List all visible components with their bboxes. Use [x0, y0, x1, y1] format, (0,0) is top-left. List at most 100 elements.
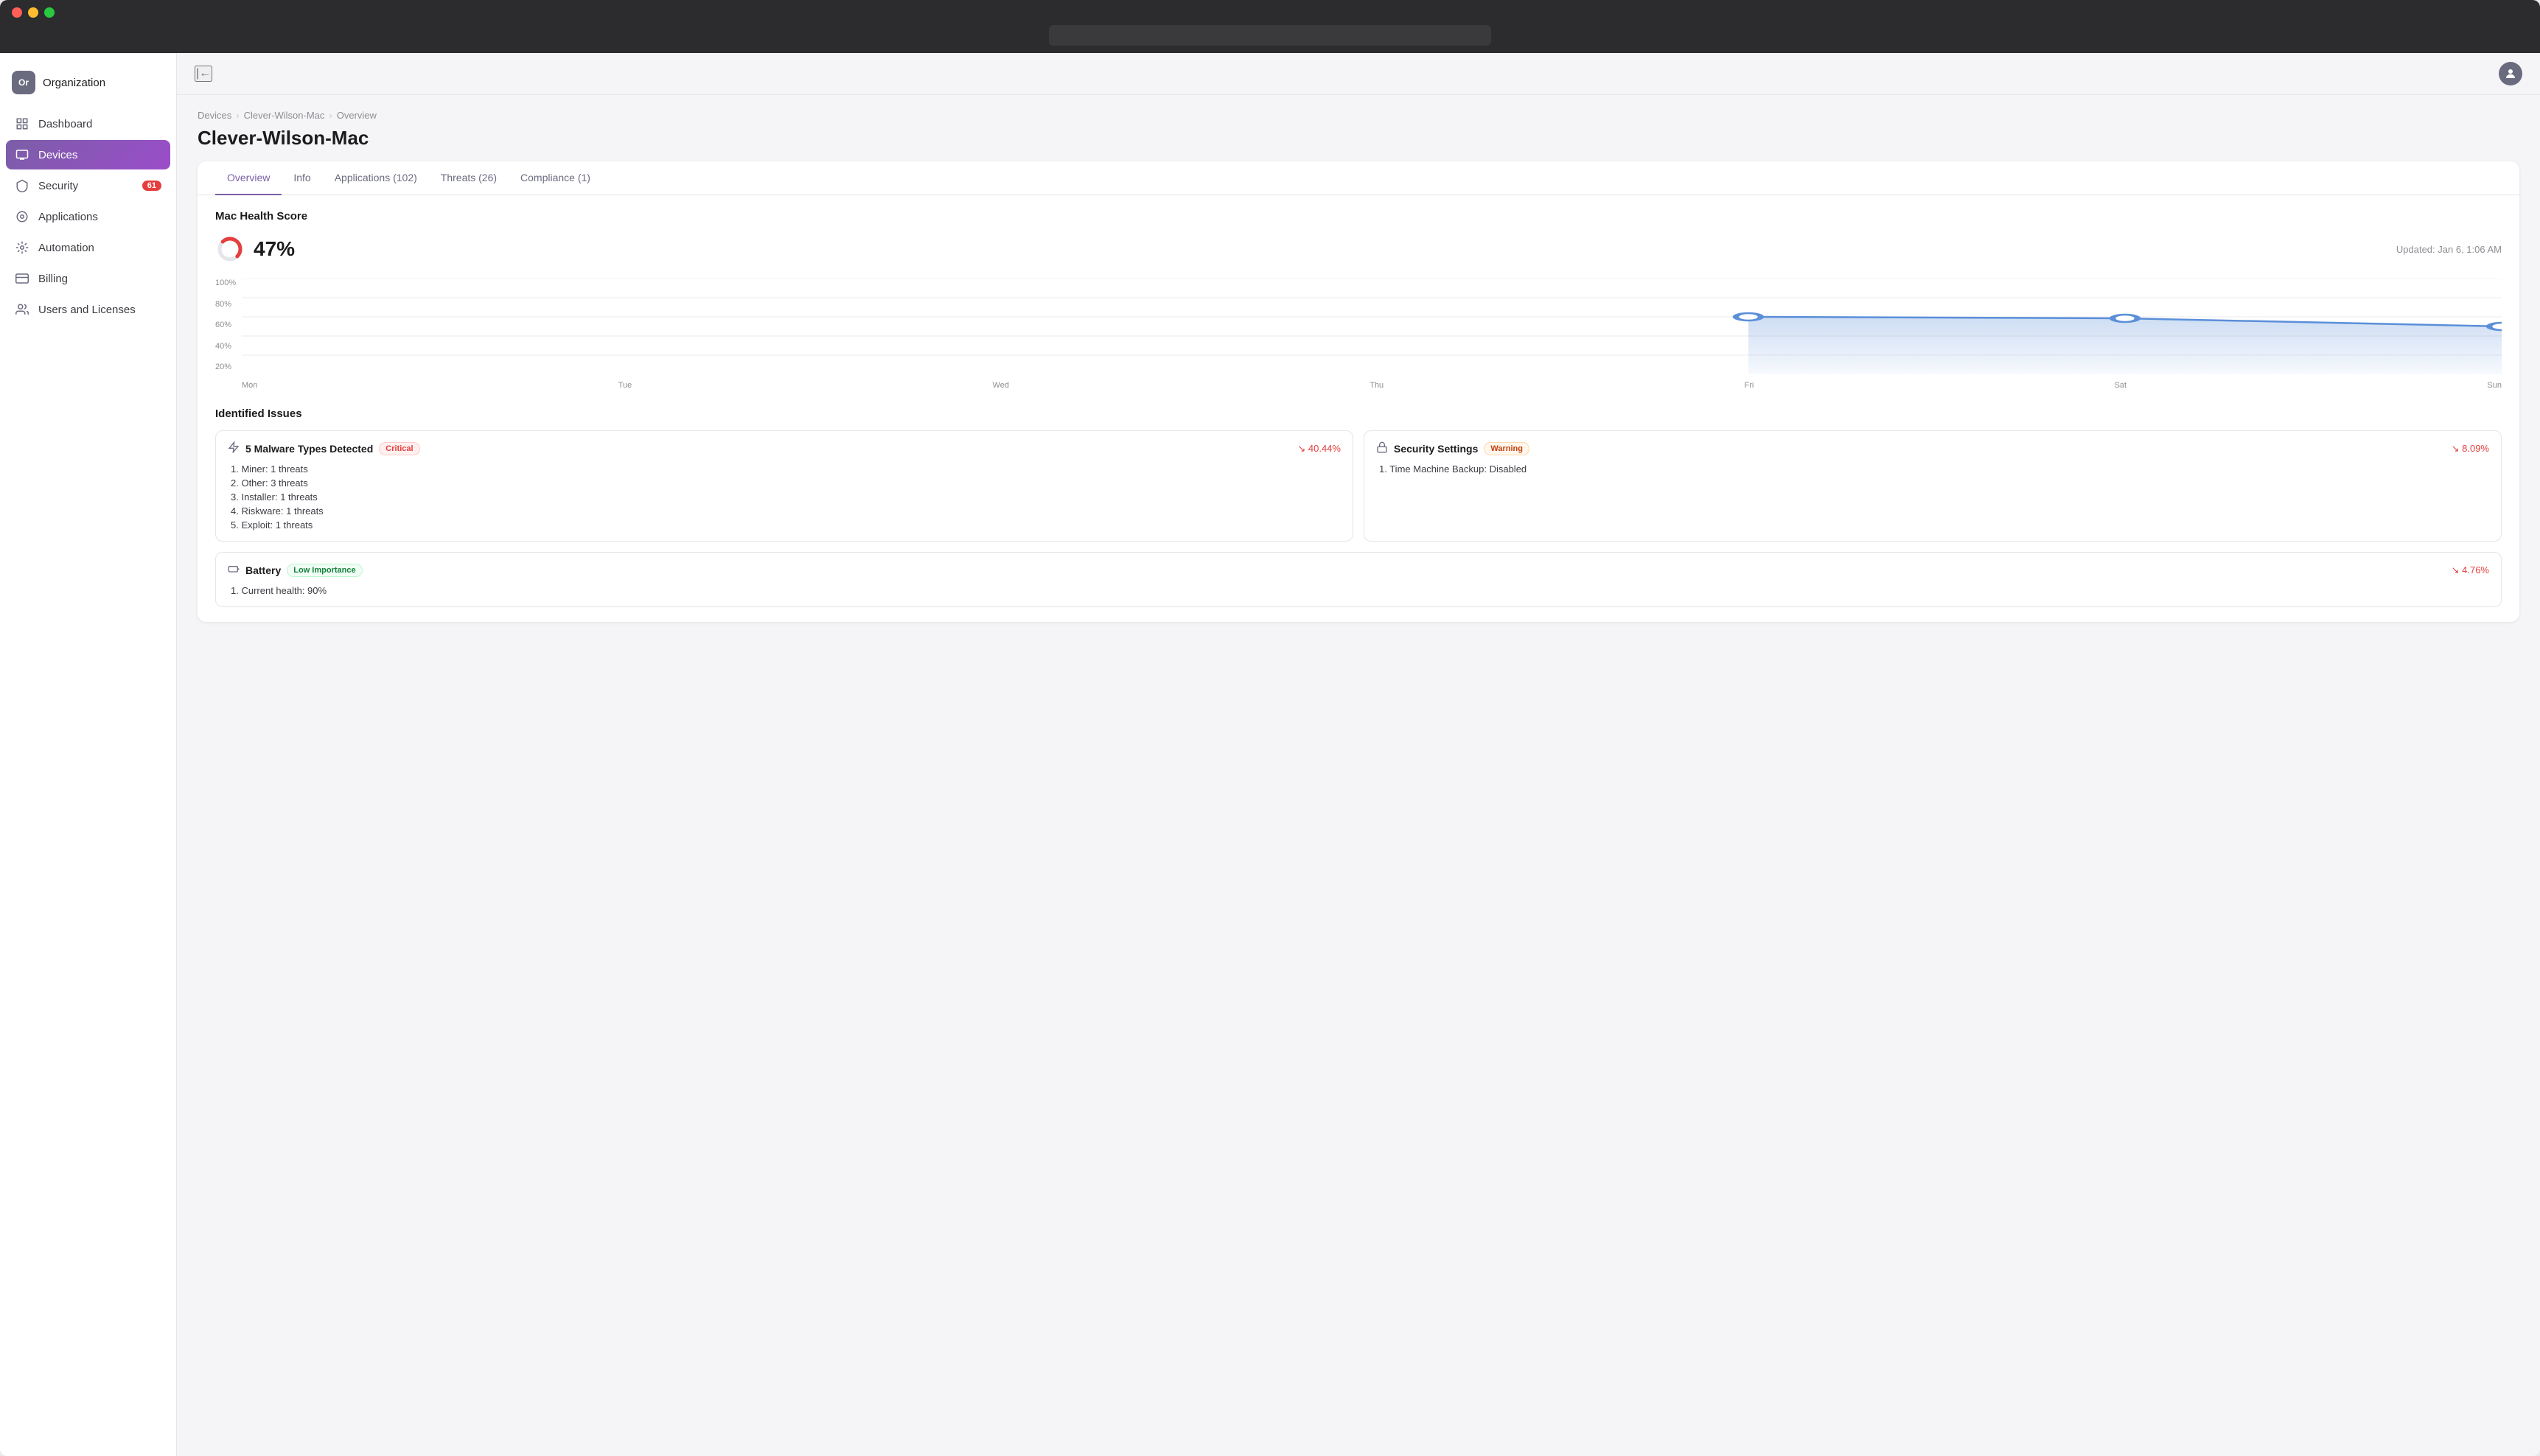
- security-settings-badge: Warning: [1484, 442, 1529, 455]
- sidebar-item-billing[interactable]: Billing: [6, 264, 170, 293]
- top-bar: |←: [177, 53, 2540, 95]
- x-label-mon: Mon: [242, 381, 257, 390]
- list-item: 2. Other: 3 threats: [228, 477, 1341, 489]
- sidebar-label-billing: Billing: [38, 273, 68, 285]
- health-updated: Updated: Jan 6, 1:06 AM: [2396, 244, 2502, 255]
- health-score-row: 47% Updated: Jan 6, 1:06 AM: [215, 234, 2502, 264]
- sidebar-item-automation[interactable]: Automation: [6, 233, 170, 262]
- malware-badge: Critical: [379, 442, 419, 455]
- security-settings-list: 1. Time Machine Backup: Disabled: [1376, 463, 2489, 475]
- collapse-sidebar-button[interactable]: |←: [195, 66, 212, 82]
- issue-card-security: Security Settings Warning ↘ 8.09% 1. Tim…: [1364, 430, 2502, 542]
- address-bar[interactable]: [1049, 25, 1491, 46]
- health-title: Mac Health Score: [215, 210, 2502, 223]
- org-initials: Or: [18, 77, 29, 88]
- y-label-40: 40%: [215, 342, 242, 351]
- x-label-fri: Fri: [1744, 381, 1754, 390]
- battery-list: 1. Current health: 90%: [228, 585, 2489, 596]
- billing-icon: [15, 271, 29, 286]
- user-avatar[interactable]: [2499, 62, 2522, 85]
- issue-card-malware: 5 Malware Types Detected Critical ↘ 40.4…: [215, 430, 1353, 542]
- malware-list: 1. Miner: 1 threats 2. Other: 3 threats …: [228, 463, 1341, 531]
- x-label-thu: Thu: [1370, 381, 1384, 390]
- tab-overview[interactable]: Overview: [215, 161, 282, 195]
- battery-name: Battery: [245, 564, 281, 576]
- x-label-sun: Sun: [2487, 381, 2502, 390]
- sidebar-item-users[interactable]: Users and Licenses: [6, 295, 170, 324]
- malware-icon: [228, 441, 240, 456]
- x-label-wed: Wed: [993, 381, 1009, 390]
- list-item: 1. Time Machine Backup: Disabled: [1376, 463, 2489, 475]
- issue-header-left-malware: 5 Malware Types Detected Critical: [228, 441, 420, 456]
- tab-compliance[interactable]: Compliance (1): [509, 161, 602, 195]
- security-settings-icon: [1376, 441, 1388, 456]
- issues-section: Identified Issues 5 Malware Types Detect…: [198, 396, 2519, 622]
- browser-chrome: [0, 0, 2540, 53]
- issues-grid: 5 Malware Types Detected Critical ↘ 40.4…: [215, 430, 2502, 542]
- breadcrumb: Devices › Clever-Wilson-Mac › Overview: [198, 110, 2519, 121]
- main-content: |← Devices › Clever-Wilson-Mac › Overvie…: [177, 53, 2540, 1456]
- malware-pct: ↘ 40.44%: [1297, 443, 1341, 455]
- list-item: 1. Current health: 90%: [228, 585, 2489, 596]
- sidebar-item-dashboard[interactable]: Dashboard: [6, 109, 170, 139]
- breadcrumb-devices[interactable]: Devices: [198, 110, 231, 121]
- main-card: Overview Info Applications (102) Threats…: [198, 161, 2519, 622]
- page-title: Clever-Wilson-Mac: [198, 127, 2519, 150]
- security-badge: 61: [142, 181, 161, 191]
- page-content: Devices › Clever-Wilson-Mac › Overview C…: [177, 95, 2540, 1456]
- breadcrumb-sep-1: ›: [236, 110, 239, 121]
- devices-icon: [15, 147, 29, 162]
- automation-icon: [15, 240, 29, 255]
- issue-header-security: Security Settings Warning ↘ 8.09%: [1376, 441, 2489, 456]
- y-label-20: 20%: [215, 363, 242, 371]
- org-avatar: Or: [12, 71, 35, 94]
- security-settings-pct: ↘ 8.09%: [2452, 443, 2489, 455]
- battery-pct: ↘ 4.76%: [2452, 564, 2489, 576]
- chart-container: 100% 80% 60% 40% 20%: [198, 273, 2519, 396]
- issue-header-battery: Battery Low Importance ↘ 4.76%: [228, 563, 2489, 578]
- minimize-button[interactable]: [28, 7, 38, 18]
- breadcrumb-sep-2: ›: [329, 110, 332, 121]
- org-header[interactable]: Or Organization: [0, 65, 176, 109]
- security-settings-name: Security Settings: [1394, 443, 1478, 455]
- security-icon: [15, 178, 29, 193]
- x-label-sat: Sat: [2115, 381, 2127, 390]
- tab-info[interactable]: Info: [282, 161, 322, 195]
- sidebar-label-devices: Devices: [38, 149, 77, 161]
- health-percent: 47%: [254, 237, 295, 261]
- sidebar: Or Organization Dashboard Devices: [0, 53, 177, 1456]
- app-container: Or Organization Dashboard Devices: [0, 53, 2540, 1456]
- breadcrumb-current: Overview: [337, 110, 377, 121]
- issues-title: Identified Issues: [215, 407, 2502, 420]
- x-label-tue: Tue: [618, 381, 632, 390]
- sidebar-label-dashboard: Dashboard: [38, 118, 92, 130]
- sidebar-item-devices[interactable]: Devices: [6, 140, 170, 169]
- issue-header-malware: 5 Malware Types Detected Critical ↘ 40.4…: [228, 441, 1341, 456]
- close-button[interactable]: [12, 7, 22, 18]
- sidebar-item-security[interactable]: Security 61: [6, 171, 170, 200]
- health-score-left: 47%: [215, 234, 295, 264]
- y-label-80: 80%: [215, 300, 242, 309]
- breadcrumb-device-name[interactable]: Clever-Wilson-Mac: [244, 110, 325, 121]
- tab-threats[interactable]: Threats (26): [429, 161, 509, 195]
- issue-card-battery: Battery Low Importance ↘ 4.76% 1. Curren…: [215, 552, 2502, 607]
- y-label-60: 60%: [215, 321, 242, 329]
- list-item: 4. Riskware: 1 threats: [228, 505, 1341, 517]
- dashboard-icon: [15, 116, 29, 131]
- applications-icon: [15, 209, 29, 224]
- maximize-button[interactable]: [44, 7, 55, 18]
- sidebar-nav: Dashboard Devices Security 61: [0, 109, 176, 324]
- malware-name: 5 Malware Types Detected: [245, 443, 373, 455]
- sidebar-item-applications[interactable]: Applications: [6, 202, 170, 231]
- sidebar-label-users: Users and Licenses: [38, 304, 136, 316]
- list-item: 1. Miner: 1 threats: [228, 463, 1341, 475]
- list-item: 5. Exploit: 1 threats: [228, 519, 1341, 531]
- battery-badge: Low Importance: [287, 564, 362, 577]
- issue-header-left-battery: Battery Low Importance: [228, 563, 363, 578]
- traffic-lights: [12, 7, 2528, 18]
- health-section: Mac Health Score 47%: [198, 195, 2519, 264]
- health-donut: [215, 234, 245, 264]
- sidebar-label-security: Security: [38, 180, 78, 192]
- issue-header-left-security: Security Settings Warning: [1376, 441, 1529, 456]
- tab-applications[interactable]: Applications (102): [323, 161, 429, 195]
